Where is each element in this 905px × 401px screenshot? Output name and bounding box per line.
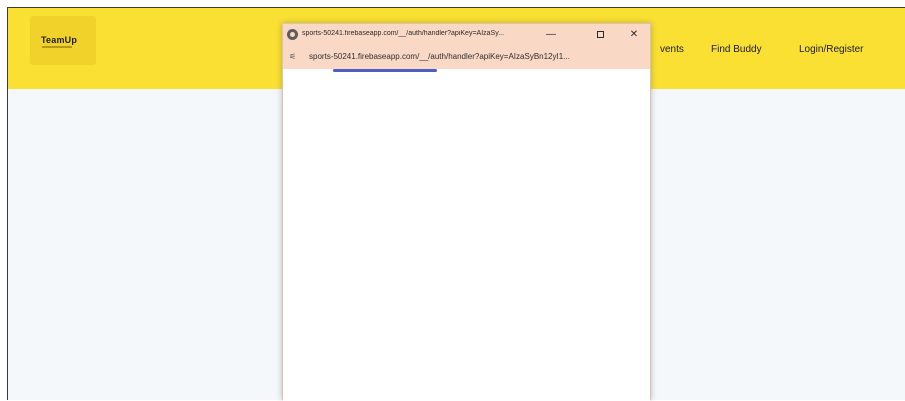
globe-icon: [287, 29, 298, 40]
close-button[interactable]: ✕: [623, 27, 645, 43]
popup-address-bar[interactable]: ⚟ sports-50241.firebaseapp.com/__/auth/h…: [283, 46, 650, 69]
popup-content: [283, 72, 650, 401]
maximize-button[interactable]: [589, 27, 611, 43]
popup-title: sports-50241.firebaseapp.com/__/auth/han…: [302, 30, 505, 37]
nav-link-events[interactable]: vents: [660, 44, 684, 55]
logo-text: TeamUp: [41, 35, 78, 45]
auth-popup-window[interactable]: sports-50241.firebaseapp.com/__/auth/han…: [282, 23, 651, 401]
site-logo[interactable]: TeamUp: [30, 16, 96, 65]
maximize-icon: [596, 30, 604, 38]
nav-link-find-buddy[interactable]: Find Buddy: [711, 44, 762, 55]
popup-url: sports-50241.firebaseapp.com/__/auth/han…: [309, 52, 570, 61]
site-settings-icon[interactable]: ⚟: [289, 52, 296, 61]
popup-titlebar[interactable]: sports-50241.firebaseapp.com/__/auth/han…: [283, 24, 650, 46]
nav-link-login-register[interactable]: Login/Register: [799, 44, 863, 55]
logo-underline: [42, 46, 72, 48]
minimize-button[interactable]: —: [540, 27, 562, 43]
